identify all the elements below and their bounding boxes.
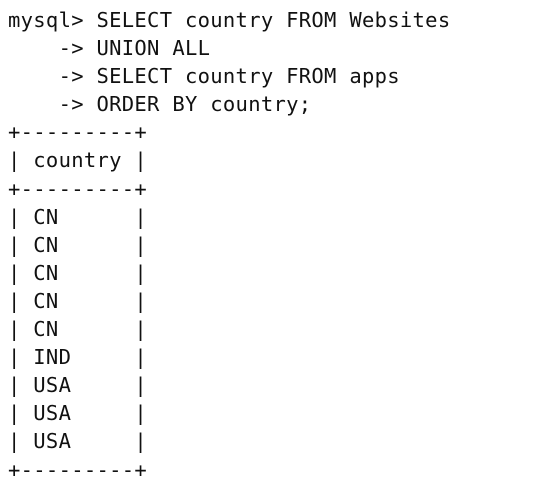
table-row: | CN | xyxy=(8,260,148,285)
table-row: | USA | xyxy=(8,401,148,426)
table-row: | CN | xyxy=(8,317,148,342)
table-header: | country | xyxy=(8,148,148,173)
table-row: | CN | xyxy=(8,204,148,229)
query-line-4: -> ORDER BY country; xyxy=(8,92,312,117)
query-line-1: mysql> SELECT country FROM Websites xyxy=(8,8,451,32)
query-line-3: -> SELECT country FROM apps xyxy=(8,64,400,89)
terminal-output: mysql> SELECT country FROM Websites -> U… xyxy=(8,6,450,484)
table-row: | CN | xyxy=(8,232,148,257)
query-line-2: -> UNION ALL xyxy=(8,36,211,61)
table-border-header: +---------+ xyxy=(8,176,148,201)
table-row: | CN | xyxy=(8,288,148,313)
table-row: | USA | xyxy=(8,429,148,454)
table-row: | IND | xyxy=(8,345,148,370)
table-border-top: +---------+ xyxy=(8,120,148,145)
table-border-bottom: +---------+ xyxy=(8,457,148,482)
table-row: | USA | xyxy=(8,373,148,398)
